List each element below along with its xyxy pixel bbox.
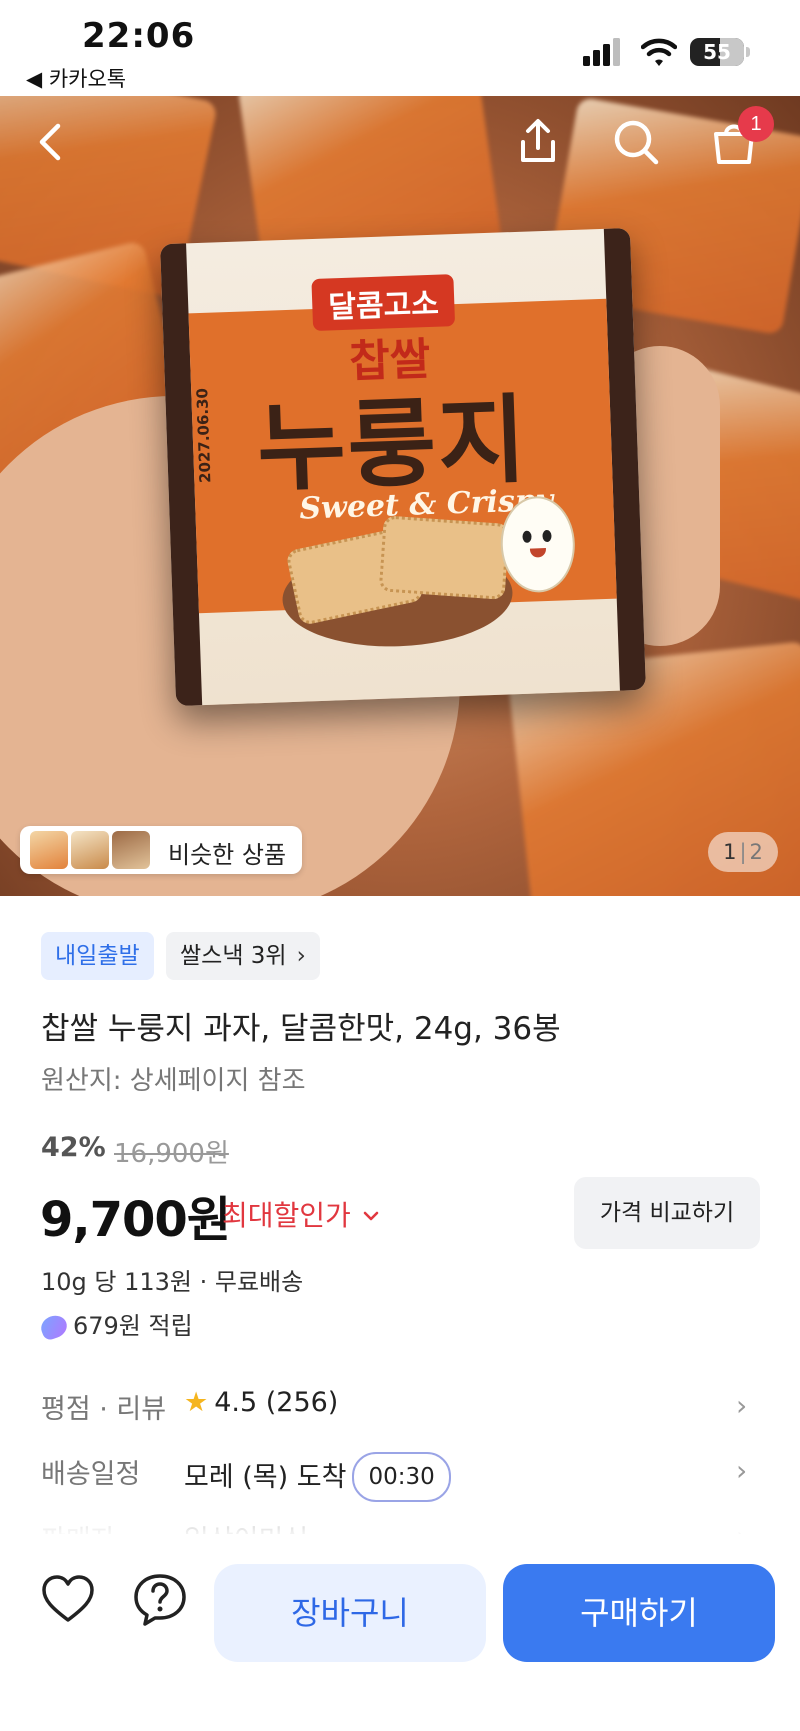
similar-products-label: 비슷한 상품: [168, 841, 287, 869]
rating-text: 4.5 (256): [214, 1387, 339, 1418]
reward-points: 679원 적립: [38, 1306, 193, 1342]
chevron-right-icon: ›: [296, 943, 306, 969]
battery-icon: 55: [690, 38, 744, 66]
arrival-date: 모레 (목) 도착: [184, 1462, 347, 1493]
product-title: 찹쌀 누룽지 과자, 달콤한맛, 24g, 36봉: [41, 1011, 561, 1047]
back-to-app-link[interactable]: ◀ 카카오톡: [26, 63, 126, 93]
rating-value: ★ 4.5 (256): [184, 1387, 338, 1418]
unit-price-shipping: 10g 당 113원 · 무료배송: [41, 1268, 304, 1296]
points-icon: [38, 1312, 70, 1342]
max-discount-dropdown[interactable]: 최대할인가: [222, 1194, 382, 1234]
chevron-right-icon: ›: [736, 1454, 748, 1487]
question-icon[interactable]: [130, 1570, 190, 1630]
bottom-action-bar: 장바구니 구매하기: [0, 1534, 800, 1731]
sale-price: 9,700원: [40, 1192, 231, 1248]
page-current: 1: [723, 840, 737, 864]
shipping-row-label: 배송일정: [41, 1459, 141, 1490]
order-countdown: 00:30: [352, 1452, 451, 1502]
discount-rate: 42%: [41, 1132, 106, 1163]
wifi-icon: [641, 38, 677, 66]
image-page-indicator: 1 | 2: [708, 832, 778, 872]
add-to-cart-button[interactable]: 장바구니: [214, 1564, 486, 1662]
compare-price-button[interactable]: 가격 비교하기: [574, 1177, 760, 1249]
chevron-right-icon: ›: [736, 1389, 748, 1422]
delivery-badge: 내일출발: [41, 932, 154, 980]
cart-count-badge: 1: [738, 106, 774, 142]
rating-review-row[interactable]: 평점 · 리뷰 ★ 4.5 (256) ›: [0, 1377, 800, 1433]
product-image[interactable]: 달콤고소 찹쌀 누룽지 Sweet & Crispy 2027.06.30: [0, 96, 800, 896]
max-discount-label: 최대할인가: [222, 1199, 351, 1232]
original-price: 16,900원: [114, 1139, 229, 1169]
status-bar: 22:06 ◀ 카카오톡 55: [0, 0, 800, 96]
status-time: 22:06: [82, 16, 196, 56]
similar-thumbnails: [30, 831, 153, 873]
search-icon[interactable]: [606, 112, 666, 172]
share-icon[interactable]: [508, 112, 568, 172]
page-total: 2: [749, 840, 763, 864]
star-icon: ★: [184, 1387, 209, 1418]
category-rank-label: 쌀스낵 3위: [180, 943, 287, 969]
rating-row-label: 평점 · 리뷰: [41, 1394, 167, 1425]
package-tagline: 달콤고소: [311, 274, 456, 332]
snack-piece: [378, 515, 510, 600]
shipping-schedule-row[interactable]: 배송일정 모레 (목) 도착 00:30 ›: [0, 1442, 800, 1502]
reward-points-text: 679원 적립: [73, 1312, 193, 1340]
chevron-down-icon: [363, 1211, 379, 1221]
buy-now-button[interactable]: 구매하기: [503, 1564, 775, 1662]
battery-tip: [746, 47, 750, 57]
cellular-signal-icon: [583, 38, 620, 66]
heart-icon[interactable]: [38, 1570, 98, 1630]
battery-level: 55: [703, 40, 731, 64]
back-icon[interactable]: [22, 112, 82, 172]
package-date: 2027.06.30: [193, 387, 215, 484]
shipping-value: 모레 (목) 도착 00:30: [184, 1452, 451, 1502]
product-origin: 원산지: 상세페이지 참조: [41, 1066, 306, 1096]
category-rank-chip[interactable]: 쌀스낵 3위 ›: [166, 932, 320, 980]
snack-package: 달콤고소 찹쌀 누룽지 Sweet & Crispy 2027.06.30: [160, 227, 646, 707]
similar-products-button[interactable]: 비슷한 상품: [20, 826, 302, 874]
